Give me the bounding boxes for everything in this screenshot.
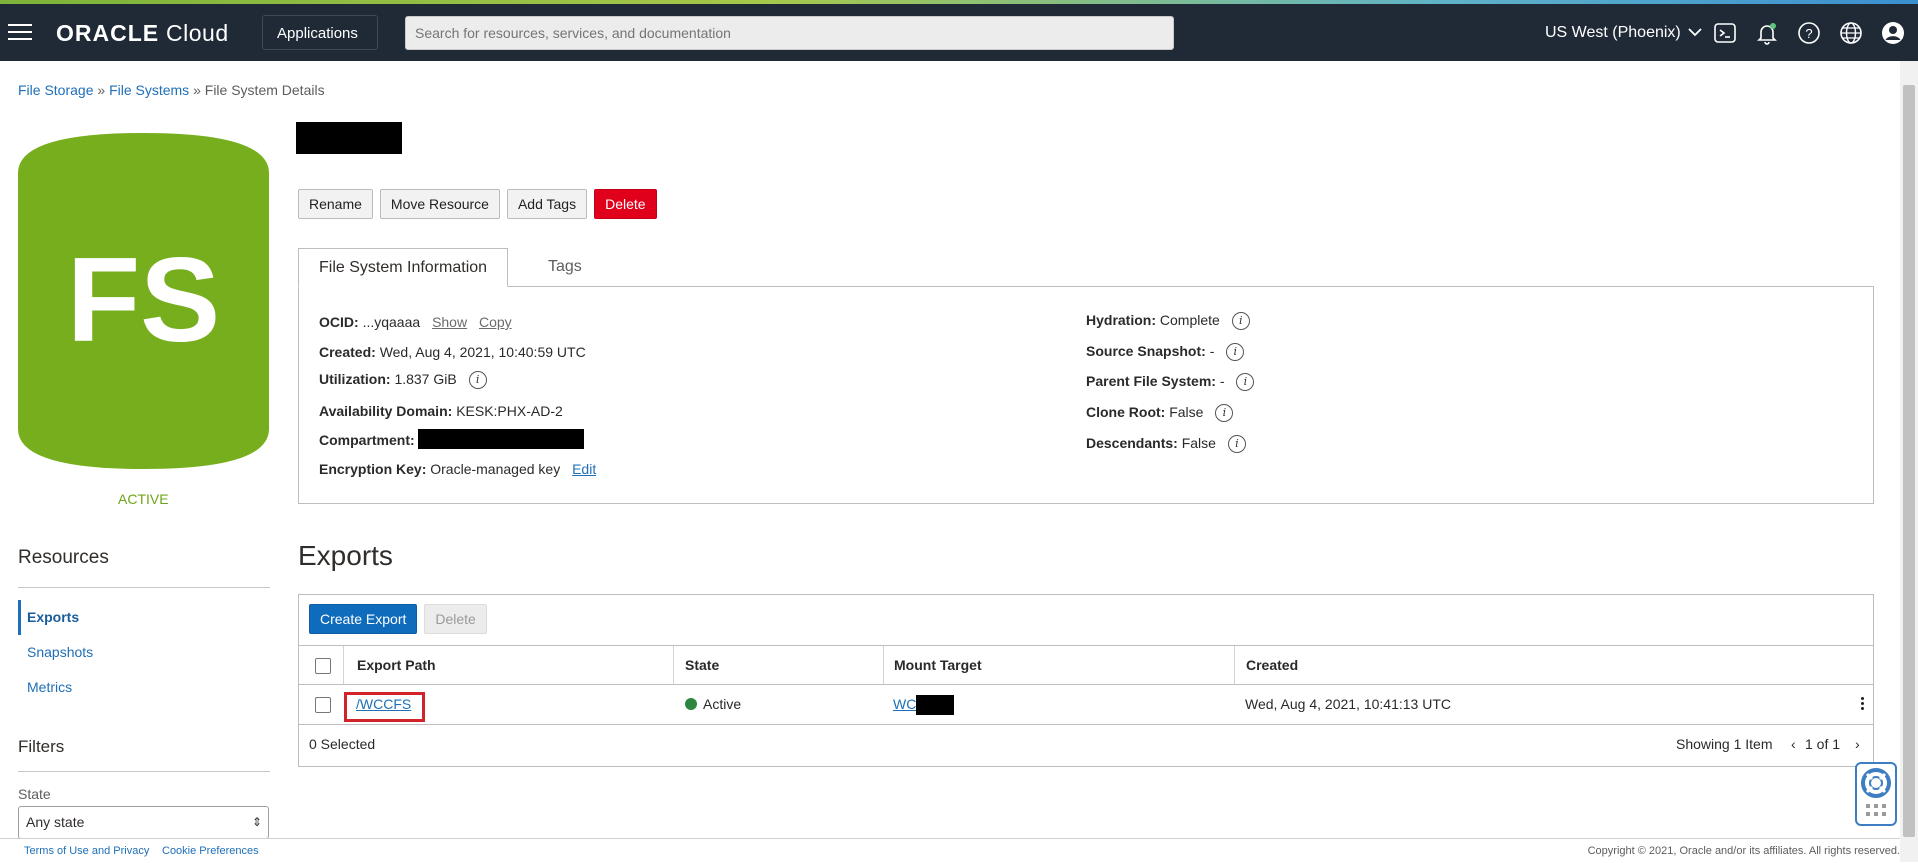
page-indicator: 1 of 1 bbox=[1805, 736, 1841, 752]
info-icon[interactable]: i bbox=[1231, 312, 1250, 331]
breadcrumb-file-storage[interactable]: File Storage bbox=[18, 82, 93, 98]
table-footer: 0 Selected Showing 1 Item ‹ 1 of 1 › bbox=[299, 725, 1873, 765]
edit-encryption-link[interactable]: Edit bbox=[572, 461, 596, 477]
hydration-row: Hydration: Complete i bbox=[1086, 312, 1250, 331]
exports-toolbar: Create Export Delete bbox=[309, 604, 494, 634]
terms-link[interactable]: Terms of Use and Privacy bbox=[24, 845, 149, 857]
table-header: Export Path State Mount Target Created bbox=[299, 645, 1873, 685]
exports-table-panel: Create Export Delete Export Path State Mo… bbox=[298, 594, 1874, 767]
delete-button[interactable]: Delete bbox=[594, 189, 657, 219]
selected-count: 0 Selected bbox=[309, 736, 376, 752]
chevron-down-icon bbox=[1688, 28, 1702, 37]
column-state[interactable]: State bbox=[685, 646, 719, 684]
page-scrollbar[interactable] bbox=[1900, 61, 1918, 862]
utilization-row: Utilization: 1.837 GiB i bbox=[319, 371, 487, 390]
tab-tags[interactable]: Tags bbox=[528, 248, 602, 287]
select-arrows-icon: ⇕ bbox=[251, 815, 262, 829]
sidebar-item-exports[interactable]: Exports bbox=[18, 600, 270, 635]
export-created: Wed, Aug 4, 2021, 10:41:13 UTC bbox=[1245, 696, 1451, 712]
lifebuoy-icon bbox=[1861, 768, 1891, 816]
help-icon[interactable]: ? bbox=[1796, 20, 1822, 46]
info-icon[interactable]: i bbox=[468, 371, 487, 390]
applications-button[interactable]: Applications › bbox=[262, 15, 378, 77]
show-ocid-link[interactable]: Show bbox=[432, 314, 467, 330]
resources-heading: Resources bbox=[18, 547, 109, 568]
rename-button[interactable]: Rename bbox=[298, 189, 373, 219]
tab-file-system-information[interactable]: File System Information bbox=[298, 248, 509, 287]
chevron-right-icon: › bbox=[277, 60, 282, 77]
state-filter-select[interactable]: Any state ⇕ bbox=[18, 806, 269, 839]
active-status-dot-icon bbox=[685, 698, 697, 710]
breadcrumb: File Storage » File Systems » File Syste… bbox=[18, 82, 325, 98]
page-footer: Terms of Use and Privacy Cookie Preferen… bbox=[0, 838, 1900, 863]
breadcrumb-current: File System Details bbox=[204, 82, 325, 98]
sidebar-item-snapshots[interactable]: Snapshots bbox=[18, 635, 270, 670]
divider bbox=[18, 771, 270, 772]
move-resource-button[interactable]: Move Resource bbox=[379, 189, 500, 219]
row-checkbox[interactable] bbox=[315, 697, 331, 713]
row-actions-kebab-icon[interactable] bbox=[1861, 697, 1865, 712]
file-system-information-panel: OCID: ...yqaaaa Show Copy Created: Wed, … bbox=[298, 286, 1874, 504]
column-export-path[interactable]: Export Path bbox=[357, 646, 436, 684]
exports-heading: Exports bbox=[298, 540, 393, 571]
scrollbar-thumb[interactable] bbox=[1903, 85, 1915, 837]
badge-letters: FS bbox=[67, 233, 220, 367]
next-page-icon[interactable]: › bbox=[1855, 725, 1860, 765]
mount-target-link[interactable]: WC bbox=[893, 696, 916, 712]
clone-root-row: Clone Root: False i bbox=[1086, 404, 1234, 423]
bell-icon[interactable] bbox=[1754, 20, 1780, 46]
region-selector[interactable]: US West (Phoenix) bbox=[1545, 24, 1702, 42]
ocid-row: OCID: ...yqaaaa Show Copy bbox=[319, 314, 512, 330]
divider bbox=[18, 587, 270, 588]
top-navigation-bar: ORACLE Cloud Applications › US West (Pho… bbox=[0, 4, 1918, 77]
encryption-key-row: Encryption Key: Oracle-managed key Edit bbox=[319, 461, 597, 477]
add-tags-button[interactable]: Add Tags bbox=[506, 189, 588, 219]
column-created[interactable]: Created bbox=[1246, 646, 1298, 684]
sidebar-item-metrics[interactable]: Metrics bbox=[18, 670, 270, 705]
showing-count: Showing 1 Item bbox=[1676, 736, 1773, 752]
highlight-annotation bbox=[344, 692, 425, 722]
state-filter-label: State bbox=[18, 786, 51, 802]
create-export-button[interactable]: Create Export bbox=[309, 604, 418, 634]
svg-text:?: ? bbox=[1805, 26, 1812, 41]
user-profile-icon[interactable] bbox=[1880, 20, 1906, 46]
redacted-mount-target bbox=[916, 695, 954, 715]
file-system-badge-icon: FS bbox=[18, 133, 269, 469]
redacted-file-system-name bbox=[296, 122, 402, 154]
source-snapshot-row: Source Snapshot: - i bbox=[1086, 343, 1245, 362]
table-row: /WCCFS Active WC Wed, Aug 4, 2021, 10:41… bbox=[299, 685, 1873, 725]
info-icon[interactable]: i bbox=[1215, 404, 1234, 423]
lifecycle-status: ACTIVE bbox=[118, 491, 169, 507]
created-row: Created: Wed, Aug 4, 2021, 10:40:59 UTC bbox=[319, 344, 586, 360]
oracle-cloud-logo[interactable]: ORACLE Cloud bbox=[56, 20, 229, 47]
info-icon[interactable]: i bbox=[1226, 343, 1245, 362]
parent-file-system-row: Parent File System: - i bbox=[1086, 373, 1255, 392]
filters-heading: Filters bbox=[18, 737, 65, 756]
delete-export-button: Delete bbox=[424, 604, 487, 634]
redacted-compartment bbox=[418, 429, 584, 449]
search-input[interactable] bbox=[405, 16, 1174, 50]
help-lifebuoy-widget[interactable] bbox=[1855, 762, 1897, 826]
availability-domain-row: Availability Domain: KESK:PHX-AD-2 bbox=[319, 403, 563, 419]
compartment-row: Compartment: bbox=[319, 432, 415, 448]
info-icon[interactable]: i bbox=[1227, 435, 1246, 454]
descendants-row: Descendants: False i bbox=[1086, 435, 1246, 454]
copyright-text: Copyright © 2021, Oracle and/or its affi… bbox=[1587, 845, 1900, 857]
column-mount-target[interactable]: Mount Target bbox=[894, 646, 982, 684]
cookie-preferences-link[interactable]: Cookie Preferences bbox=[162, 845, 259, 857]
cloud-shell-icon[interactable] bbox=[1712, 20, 1738, 46]
prev-page-icon[interactable]: ‹ bbox=[1791, 725, 1796, 765]
export-state: Active bbox=[685, 685, 741, 724]
select-all-checkbox[interactable] bbox=[315, 658, 331, 674]
breadcrumb-file-systems[interactable]: File Systems bbox=[109, 82, 189, 98]
resources-nav: Exports Snapshots Metrics bbox=[18, 600, 270, 705]
info-icon[interactable]: i bbox=[1236, 373, 1255, 392]
hamburger-menu-icon[interactable] bbox=[8, 24, 32, 42]
action-toolbar: Rename Move Resource Add Tags Delete bbox=[298, 189, 664, 219]
globe-icon[interactable] bbox=[1838, 20, 1864, 46]
copy-ocid-link[interactable]: Copy bbox=[479, 314, 512, 330]
